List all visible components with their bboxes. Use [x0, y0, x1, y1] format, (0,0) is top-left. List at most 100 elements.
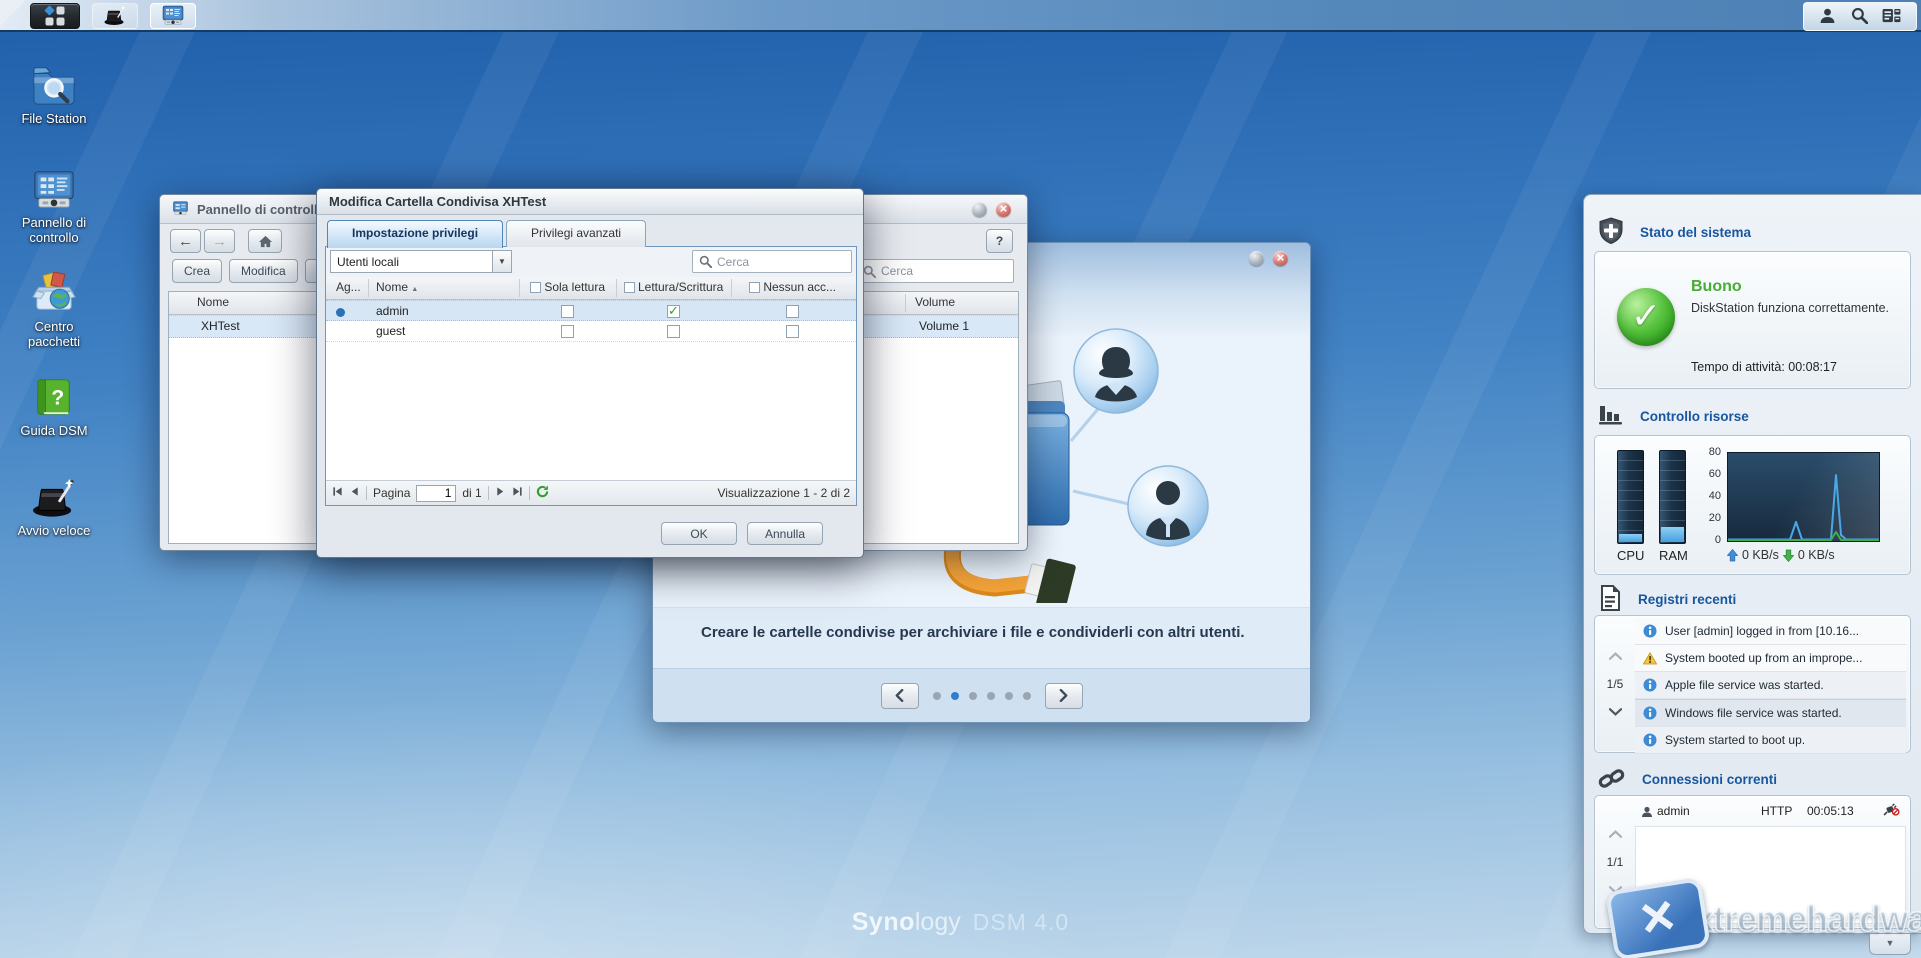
user-name: guest — [376, 324, 405, 338]
health-status: Buono — [1691, 278, 1742, 296]
section-title: Connessioni correnti — [1642, 772, 1777, 787]
read-only-checkbox[interactable] — [561, 305, 574, 318]
user-source-select[interactable]: Utenti locali ▼ — [330, 250, 512, 273]
log-item[interactable]: System started to boot up. — [1635, 727, 1906, 754]
desktop-icon-dsm-help[interactable]: ? Guida DSM — [8, 376, 100, 439]
taskbar-tray — [1803, 2, 1917, 31]
close-button[interactable] — [996, 202, 1011, 217]
connection-protocol: HTTP — [1761, 804, 1792, 818]
column-volume[interactable]: Volume — [915, 295, 955, 309]
tab-privilege-settings[interactable]: Impostazione privilegi — [327, 220, 503, 248]
column-name[interactable]: Nome — [197, 295, 229, 309]
system-health-box: Buono DiskStation funziona correttamente… — [1594, 251, 1911, 389]
wizard-window-controls — [1249, 251, 1288, 266]
info-icon — [1643, 678, 1657, 692]
select-all-no-access-checkbox[interactable] — [749, 282, 760, 293]
back-button[interactable]: ← — [170, 229, 201, 253]
first-page-button[interactable] — [332, 486, 343, 500]
control-panel-icon — [31, 199, 77, 213]
navigation-buttons: ← → — [170, 229, 282, 253]
minimize-button[interactable] — [972, 202, 987, 217]
log-item[interactable]: Windows file service was started. — [1635, 699, 1906, 727]
folder-volume: Volume 1 — [919, 319, 969, 333]
added-indicator — [336, 308, 345, 317]
taskbar-quick-launch-button[interactable] — [92, 3, 138, 29]
scroll-down-icon[interactable] — [1609, 705, 1622, 719]
upload-arrow-icon — [1727, 549, 1738, 562]
table-row-admin[interactable]: admin — [326, 300, 856, 321]
search-field[interactable]: Cerca — [856, 259, 1014, 283]
taskbar — [0, 0, 1921, 32]
log-item[interactable]: User [admin] logged in from [10.16... — [1635, 618, 1906, 645]
resource-monitor-header[interactable]: Controllo risorse — [1598, 403, 1749, 430]
desktop-icon-quick-start[interactable]: Avvio veloce — [8, 476, 100, 539]
ytick: 60 — [1695, 468, 1721, 480]
cancel-button[interactable]: Annulla — [747, 522, 823, 545]
minimize-button[interactable] — [1249, 251, 1264, 266]
scroll-up-icon[interactable] — [1609, 649, 1622, 663]
desktop-icon-package-center[interactable]: Centro pacchetti — [8, 272, 100, 350]
watermark-x-logo — [1605, 877, 1711, 958]
status-ok-icon — [1617, 288, 1675, 346]
show-desktop-button[interactable] — [0, 0, 24, 30]
close-button[interactable] — [1273, 251, 1288, 266]
read-write-checkbox[interactable] — [667, 305, 680, 318]
log-item[interactable]: Apple file service was started. — [1635, 672, 1906, 699]
edit-shared-folder-dialog: Modifica Cartella Condivisa XHTest Impos… — [316, 188, 864, 558]
disconnect-icon[interactable] — [1883, 803, 1900, 819]
carousel-prev-button[interactable] — [881, 683, 919, 709]
dsm-desktop: SynologyDSM 4.0 — [0, 0, 1921, 958]
upload-rate: 0 KB/s — [1742, 548, 1779, 562]
desktop-icon-label: Centro pacchetti — [8, 320, 100, 350]
ok-button[interactable]: OK — [661, 522, 737, 545]
watermark-text: xtremehardware.it — [1694, 898, 1921, 940]
carousel-dots[interactable] — [933, 692, 1031, 700]
desktop-icon-control-panel[interactable]: Pannello di controllo — [8, 168, 100, 246]
column-name[interactable]: Nome ▲ — [376, 280, 418, 294]
select-all-read-write-checkbox[interactable] — [624, 282, 635, 293]
page-input[interactable] — [416, 485, 456, 502]
pagination-status: Visualizzazione 1 - 2 di 2 — [717, 486, 850, 500]
home-button[interactable] — [248, 229, 282, 253]
search-icon[interactable] — [1851, 7, 1868, 27]
connection-row[interactable]: admin HTTP 00:05:13 — [1639, 802, 1902, 824]
carousel-next-button[interactable] — [1045, 683, 1083, 709]
dialog-footer: OK Annulla — [317, 511, 863, 557]
taskbar-control-panel-button[interactable] — [150, 3, 196, 29]
dialog-tabs: Impostazione privilegi Privilegi avanzat… — [327, 220, 646, 248]
pilot-view-icon[interactable] — [1882, 8, 1901, 26]
recent-logs-header[interactable]: Registri recenti — [1598, 585, 1736, 614]
privilege-table: Ag... Nome ▲ Sola lettura Lettura/Scritt… — [326, 277, 856, 342]
connections-header[interactable]: Connessioni correnti — [1598, 765, 1777, 794]
column-no-access: Nessun acc... — [731, 280, 854, 294]
site-watermark: xtremehardware.it — [1610, 884, 1921, 954]
edit-button[interactable]: Modifica — [229, 259, 298, 283]
connection-page-indicator: 1/1 — [1607, 855, 1624, 869]
next-page-button[interactable] — [495, 486, 506, 500]
no-access-checkbox[interactable] — [786, 325, 799, 338]
scroll-up-icon[interactable] — [1609, 827, 1622, 841]
resource-monitor-box: CPU RAM 80 60 40 20 0 0 KB/s 0 KB/s — [1594, 435, 1911, 575]
read-write-checkbox[interactable] — [667, 325, 680, 338]
prev-page-button[interactable] — [349, 486, 360, 500]
system-health-header[interactable]: Stato del sistema — [1598, 217, 1751, 248]
last-page-button[interactable] — [512, 486, 523, 500]
user-icon[interactable] — [1819, 7, 1836, 27]
tab-advanced-privileges[interactable]: Privilegi avanzati — [506, 220, 646, 247]
log-item[interactable]: System booted up from an imprope... — [1635, 645, 1906, 672]
no-access-checkbox[interactable] — [786, 305, 799, 318]
app-grid-icon — [46, 7, 65, 26]
forward-button[interactable]: → — [204, 229, 235, 253]
help-button[interactable]: ? — [986, 229, 1013, 253]
search-field[interactable]: Cerca — [692, 250, 852, 273]
read-only-checkbox[interactable] — [561, 325, 574, 338]
main-menu-button[interactable] — [30, 3, 80, 29]
user-icon — [1641, 806, 1653, 818]
ytick: 0 — [1695, 534, 1721, 546]
dialog-titlebar[interactable]: Modifica Cartella Condivisa XHTest — [317, 189, 863, 215]
create-button[interactable]: Crea — [172, 259, 222, 283]
refresh-button[interactable] — [536, 485, 549, 501]
desktop-icon-file-station[interactable]: File Station — [8, 64, 100, 127]
table-row-guest[interactable]: guest — [326, 321, 856, 342]
select-all-read-only-checkbox[interactable] — [530, 282, 541, 293]
